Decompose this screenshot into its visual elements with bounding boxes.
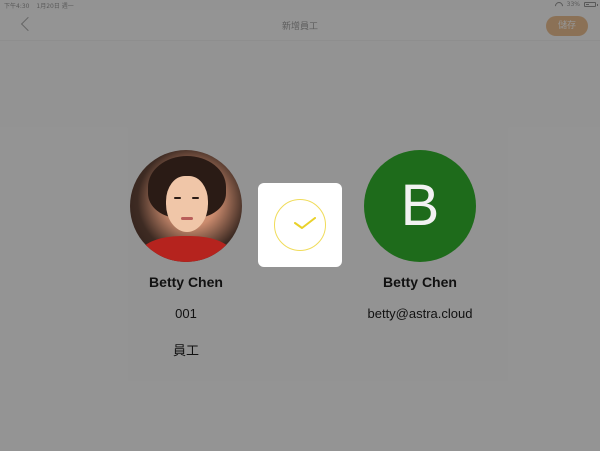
photo-lips bbox=[181, 217, 193, 220]
photo-eye-left bbox=[174, 197, 181, 199]
wifi-icon bbox=[555, 2, 563, 8]
account-card: B Betty Chen betty@astra.cloud bbox=[338, 150, 502, 321]
status-right: 33% bbox=[555, 1, 598, 8]
check-icon bbox=[294, 217, 316, 229]
nav-bar: 新增員工 儲存 bbox=[0, 10, 600, 41]
account-initial-avatar: B bbox=[364, 150, 476, 262]
photo-eye-right bbox=[192, 197, 199, 199]
screen: 下午4:30 1月20日 週一 33% 新增員工 儲存 Betty Chen 0 bbox=[0, 0, 600, 451]
photo-face bbox=[166, 176, 208, 232]
employee-photo-avatar bbox=[130, 150, 242, 262]
account-email: betty@astra.cloud bbox=[367, 306, 473, 321]
save-button[interactable]: 儲存 bbox=[546, 16, 588, 36]
battery-icon bbox=[584, 2, 598, 7]
success-circle bbox=[274, 199, 326, 251]
employee-role: 員工 bbox=[172, 343, 199, 358]
account-name: Betty Chen bbox=[383, 274, 457, 290]
employee-card: Betty Chen 001 員工 bbox=[112, 150, 260, 359]
battery-percent: 33% bbox=[566, 1, 580, 8]
status-left: 下午4:30 1月20日 週一 bbox=[4, 1, 79, 10]
status-bar: 下午4:30 1月20日 週一 33% bbox=[0, 0, 600, 10]
battery-fill bbox=[586, 4, 589, 5]
employee-name: Betty Chen bbox=[149, 274, 223, 290]
status-time: 下午4:30 bbox=[4, 3, 30, 10]
status-date: 1月20日 週一 bbox=[36, 3, 74, 10]
photo-shirt bbox=[140, 236, 232, 262]
success-toast bbox=[258, 183, 342, 267]
page-title: 新增員工 bbox=[281, 22, 318, 32]
employee-number: 001 bbox=[175, 306, 197, 321]
